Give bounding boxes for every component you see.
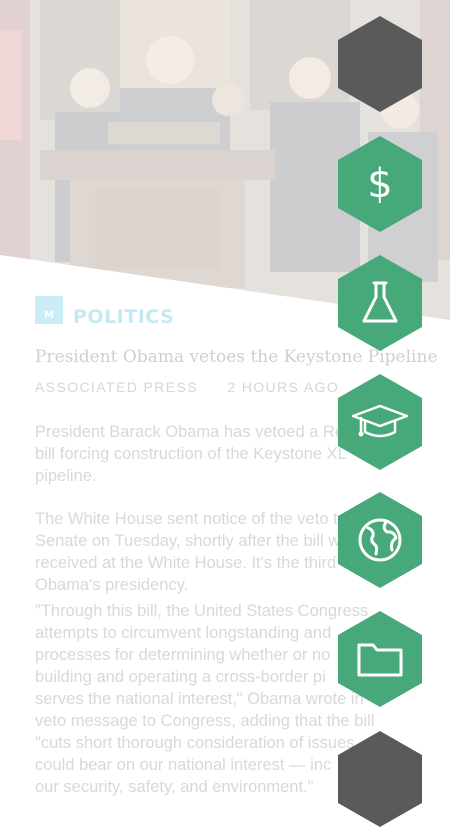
article-meta: ASSOCIATED PRESS 2 HOURS AGO bbox=[35, 379, 339, 395]
globe-icon bbox=[358, 518, 402, 562]
flask-icon bbox=[362, 281, 398, 323]
article-headline[interactable]: President Obama vetoes the Keystone Pipe… bbox=[35, 347, 438, 367]
article-timestamp: 2 HOURS AGO bbox=[227, 379, 340, 395]
article-source: ASSOCIATED PRESS bbox=[35, 379, 198, 395]
folder-icon bbox=[357, 643, 403, 677]
category-badge-icon: M bbox=[35, 296, 63, 324]
graduation-cap-icon bbox=[351, 404, 409, 438]
dollar-icon: $ bbox=[367, 161, 393, 207]
category-label[interactable]: POLITICS bbox=[73, 306, 174, 328]
